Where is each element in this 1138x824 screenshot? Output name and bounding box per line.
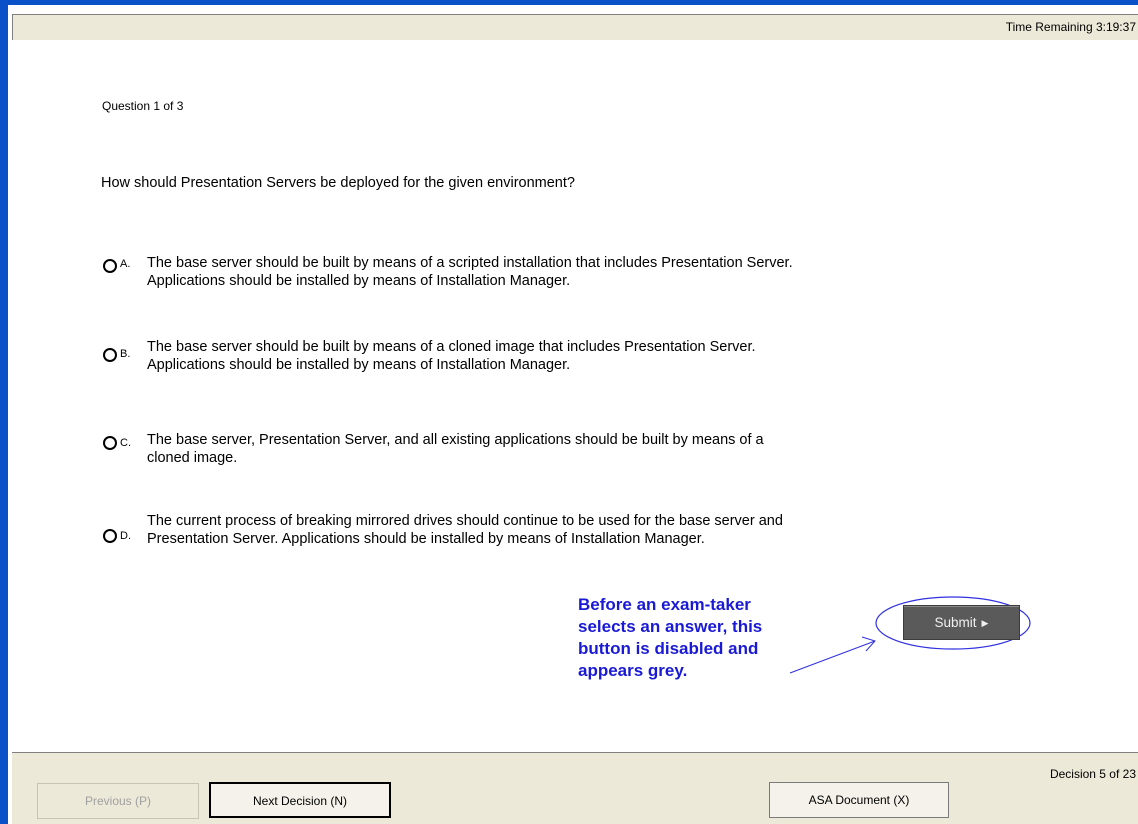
question-text: How should Presentation Servers be deplo… [101, 175, 575, 191]
annotation-arrow-head [861, 636, 876, 652]
annotation-line: Before an exam-taker [578, 595, 751, 614]
window-left-border [0, 0, 8, 824]
option-c-letter: C. [120, 437, 131, 449]
radio-a[interactable] [103, 259, 117, 273]
option-a-letter: A. [120, 258, 131, 270]
option-c[interactable]: C. The base server, Presentation Server,… [103, 431, 793, 471]
option-b-letter: B. [120, 348, 131, 360]
option-a-text: The base server should be built by means… [147, 255, 793, 289]
option-c-text: The base server, Presentation Server, an… [147, 432, 764, 466]
previous-button[interactable]: Previous (P) [37, 783, 199, 819]
window-top-border [0, 0, 1138, 5]
option-d-text: The current process of breaking mirrored… [147, 513, 783, 547]
question-counter: Question 1 of 3 [102, 99, 184, 113]
option-d[interactable]: D. The current process of breaking mirro… [103, 512, 793, 572]
submit-label: Submit [934, 615, 977, 630]
bottom-toolbar: Decision 5 of 23 Previous (P) Next Decis… [12, 752, 1138, 824]
option-b[interactable]: B. The base server should be built by me… [103, 338, 793, 398]
triangle-right-icon: ▶ [981, 618, 989, 628]
decision-counter: Decision 5 of 23 [1049, 767, 1136, 781]
annotation-overlay [789, 596, 1031, 674]
time-bar: Time Remaining 3:19:37 [12, 14, 1138, 40]
annotation-callout: Before an exam-taker selects an answer, … [578, 594, 838, 682]
exam-window: Time Remaining 3:19:37 Question 1 of 3 H… [0, 0, 1138, 824]
next-decision-button[interactable]: Next Decision (N) [209, 782, 391, 818]
option-d-letter: D. [120, 530, 131, 542]
radio-d[interactable] [103, 529, 117, 543]
option-b-text: The base server should be built by means… [147, 339, 756, 373]
annotation-line: selects an answer, this [578, 617, 763, 636]
radio-b[interactable] [103, 348, 117, 362]
radio-c[interactable] [103, 436, 117, 450]
annotation-line: appears grey. [578, 661, 688, 680]
annotation-line: button is disabled and [578, 639, 759, 658]
time-remaining: Time Remaining 3:19:37 [1005, 20, 1136, 34]
option-a[interactable]: A. The base server should be built by me… [103, 254, 793, 314]
submit-button[interactable]: Submit ▶ [903, 605, 1020, 640]
asa-document-button[interactable]: ASA Document (X) [769, 782, 949, 818]
